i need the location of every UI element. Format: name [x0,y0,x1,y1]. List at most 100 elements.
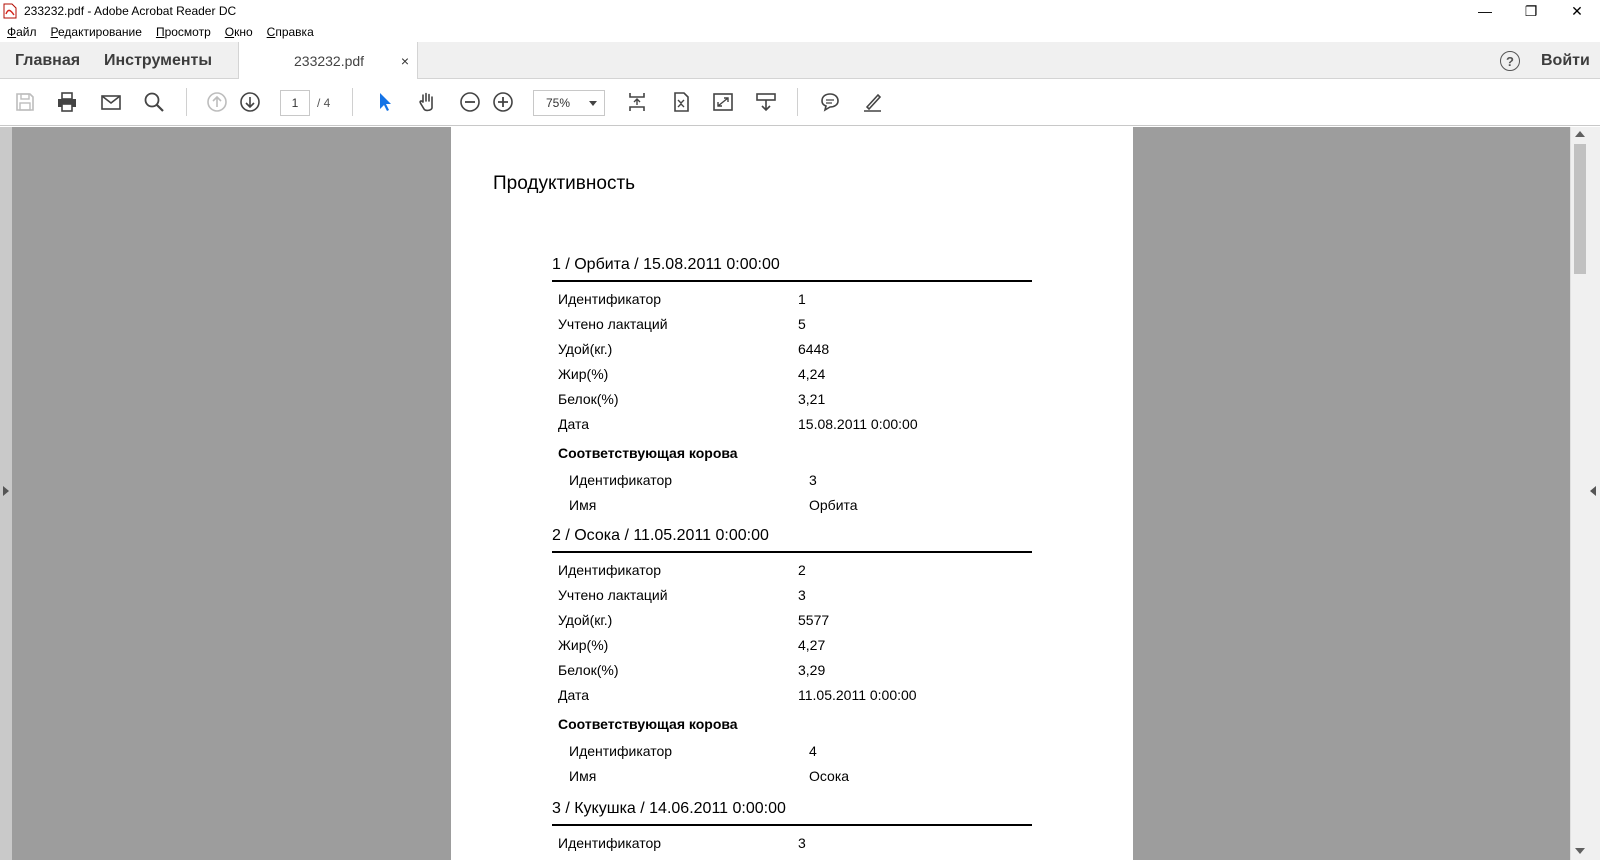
field-row: Идентификатор 1 [552,286,1032,311]
field-value: 3 [809,472,817,488]
field-label: Дата [558,416,590,432]
related-cow-heading: Соответствующая корова [558,716,738,732]
help-icon[interactable]: ? [1500,51,1520,71]
zoom-out-icon[interactable] [457,89,483,115]
full-screen-icon[interactable] [710,89,736,115]
field-label: Имя [569,497,597,513]
field-label: Удой(кг.) [558,341,613,357]
chevron-down-icon [589,101,597,106]
field-label: Жир(%) [558,366,609,382]
page-number-input[interactable]: 1 [280,90,310,116]
record-block: 1 / Орбита / 15.08.2011 0:00:00 Идентифи… [552,256,1032,517]
fit-page-icon[interactable] [668,89,694,115]
tab-home[interactable]: Главная [15,42,80,79]
title-bar: 233232.pdf - Adobe Acrobat Reader DC — ❐… [0,0,1600,22]
acrobat-pdf-icon [2,3,18,19]
email-icon[interactable] [98,89,124,115]
scroll-up-icon[interactable] [1575,131,1585,137]
field-row: Дата 15.08.2011 0:00:00 [552,411,1032,436]
record-block: 3 / Кукушка / 14.06.2011 0:00:00 Идентиф… [552,800,1032,855]
sub-field-row: Идентификатор 4 [552,738,1032,763]
close-window-button[interactable]: ✕ [1554,0,1600,22]
scroll-down-icon[interactable] [1575,848,1585,854]
zoom-in-icon[interactable] [490,89,516,115]
field-row: Учтено лактаций 5 [552,311,1032,336]
restore-button[interactable]: ❐ [1508,0,1554,22]
tab-document[interactable]: 233232.pdf × [238,42,418,80]
field-label: Жир(%) [558,637,609,653]
read-mode-icon[interactable] [753,89,779,115]
field-label: Идентификатор [558,291,662,307]
close-tab-icon[interactable]: × [401,53,409,69]
window-title: 233232.pdf - Adobe Acrobat Reader DC [24,4,237,18]
menu-view[interactable]: Просмотр [156,25,211,39]
field-value: 3,21 [798,391,826,407]
expand-left-icon [3,486,9,496]
field-row: Жир(%) 4,27 [552,632,1032,657]
field-label: Учтено лактаций [558,587,668,603]
menu-file[interactable]: Файл [7,25,37,39]
field-label: Имя [569,768,597,784]
toolbar-divider [797,88,798,116]
expand-right-icon[interactable] [1590,486,1596,496]
zoom-select[interactable]: 75% [533,90,605,116]
field-value: 3,29 [798,662,826,678]
sub-field-row: Имя Орбита [552,492,1032,517]
sub-field-row: Идентификатор 3 [552,467,1032,492]
field-row: Удой(кг.) 5577 [552,607,1032,632]
vertical-scrollbar[interactable] [1570,127,1588,860]
field-value: 11.05.2011 0:00:00 [798,687,917,703]
record-heading: 2 / Осока / 11.05.2011 0:00:00 [552,527,769,544]
minimize-button[interactable]: — [1462,0,1508,22]
scroll-mode-icon[interactable] [624,89,650,115]
scrollbar-thumb[interactable] [1574,144,1586,274]
field-value: 2 [798,562,806,578]
field-value: Осока [809,768,850,784]
field-value: 15.08.2011 0:00:00 [798,416,918,432]
menu-help[interactable]: Справка [267,25,314,39]
menu-bar: Файл Редактирование Просмотр Окно Справк… [0,22,1600,42]
zoom-value: 75% [546,96,571,110]
field-value: Орбита [809,497,858,513]
field-label: Идентификатор [558,562,662,578]
sign-in-button[interactable]: Войти [1541,42,1590,79]
field-label: Удой(кг.) [558,612,613,628]
prev-page-icon[interactable] [204,89,230,115]
field-value: 3 [798,835,806,851]
print-icon[interactable] [54,89,80,115]
field-value: 4,24 [798,366,826,382]
field-label: Дата [558,687,590,703]
left-panel-toggle[interactable] [0,127,12,860]
field-label: Идентификатор [569,743,673,759]
field-row: Жир(%) 4,24 [552,361,1032,386]
toolbar [0,79,1600,126]
record-block: 2 / Осока / 11.05.2011 0:00:00 Идентифик… [552,527,1032,788]
tab-bar: Главная Инструменты 233232.pdf × ? Войти [0,42,1600,80]
hand-tool-icon[interactable] [414,89,440,115]
record-heading: 1 / Орбита / 15.08.2011 0:00:00 [552,256,780,273]
tab-tools[interactable]: Инструменты [104,42,212,79]
select-tool-icon[interactable] [372,89,398,115]
field-value: 4 [809,743,817,759]
sign-icon[interactable] [860,89,886,115]
menu-edit[interactable]: Редактирование [51,25,142,39]
field-label: Белок(%) [558,391,619,407]
save-icon[interactable] [12,89,38,115]
field-value: 1 [798,291,806,307]
menu-window[interactable]: Окно [225,25,253,39]
field-row: Учтено лактаций 3 [552,582,1032,607]
pdf-page: Продуктивность 1 / Орбита / 15.08.2011 0… [451,127,1133,860]
field-value: 4,27 [798,637,826,653]
toolbar-divider [352,88,353,116]
next-page-icon[interactable] [237,89,263,115]
comment-icon[interactable] [817,89,843,115]
document-title: Продуктивность [493,173,636,194]
field-value: 6448 [798,341,830,357]
field-row: Удой(кг.) 6448 [552,336,1032,361]
field-row: Белок(%) 3,21 [552,386,1032,411]
field-label: Идентификатор [569,472,673,488]
field-row: Идентификатор 3 [552,830,1032,855]
field-value: 5 [798,316,806,332]
document-tab-label: 233232.pdf [294,53,365,69]
search-icon[interactable] [141,89,167,115]
